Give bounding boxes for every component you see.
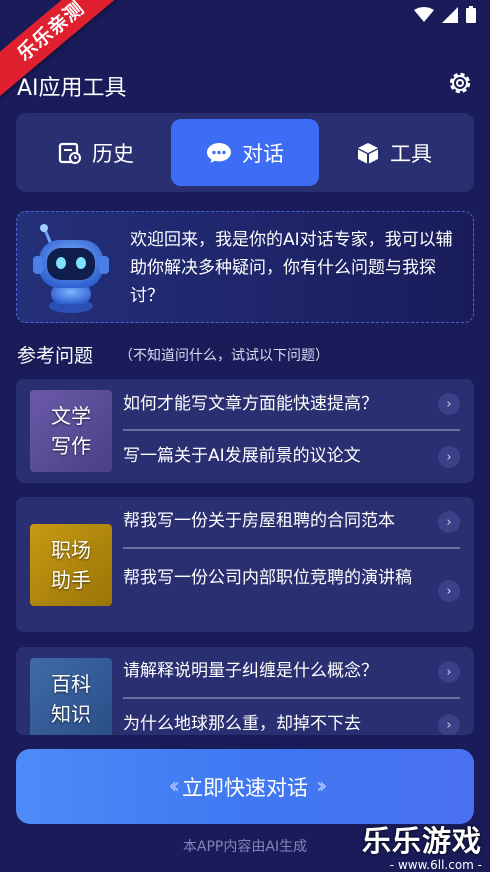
chevron-right-icon[interactable]: › <box>438 511 460 533</box>
category-label: 写作 <box>51 434 91 458</box>
welcome-card: 欢迎回来，我是你的AI对话专家，我可以辅助你解决多种疑问，你有什么问题与我探讨？ <box>16 211 474 323</box>
category-thumbnail: 百科 知识 <box>30 658 112 735</box>
watermark-brand: 乐乐游戏 <box>361 824 482 858</box>
tab-tools[interactable]: 工具 <box>320 119 468 186</box>
question-item[interactable]: 如何才能写文章方面能快速提高？ <box>123 390 460 418</box>
category-label: 职场 <box>51 538 91 562</box>
divider <box>123 547 460 549</box>
start-chat-label: 立即快速对话 <box>182 775 308 800</box>
question-text: 帮我写一份关于房屋租聘的合同范本 <box>123 511 395 531</box>
category-label: 百科 <box>51 672 91 696</box>
chevron-right-icon[interactable]: › <box>438 393 460 415</box>
question-text: 帮我写一份公司内部职位竞聘的演讲稿 <box>123 568 412 588</box>
category-label: 文学 <box>51 404 91 428</box>
section-title: 参考问题 <box>17 345 94 367</box>
history-icon <box>58 142 81 164</box>
divider <box>123 429 460 431</box>
divider <box>123 697 460 699</box>
welcome-message: 欢迎回来，我是你的AI对话专家，我可以辅助你解决多种疑问，你有什么问题与我探讨？ <box>130 230 453 306</box>
question-item[interactable]: 写一篇关于AI发展前景的议论文 <box>123 442 460 470</box>
category-card-workplace: 职场 助手 帮我写一份关于房屋租聘的合同范本 › 帮我写一份公司内部职位竞聘的演… <box>16 497 474 632</box>
page-title: AI应用工具 <box>17 76 127 101</box>
question-text: 如何才能写文章方面能快速提高？ <box>123 394 378 414</box>
tab-chat-label: 对话 <box>242 141 284 166</box>
chevron-right-icon[interactable]: › <box>438 580 460 602</box>
double-chevron-right-icon: ›› <box>316 774 327 799</box>
chevron-right-icon[interactable]: › <box>438 661 460 683</box>
question-text: 请解释说明量子纠缠是什么概念？ <box>123 661 378 681</box>
category-thumbnail: 文学 写作 <box>30 390 112 472</box>
question-item[interactable]: 请解释说明量子纠缠是什么概念？ <box>123 657 460 685</box>
section-hint: （不知道问什么，试试以下问题） <box>119 348 329 364</box>
category-card-literature: 文学 写作 如何才能写文章方面能快速提高？ › 写一篇关于AI发展前景的议论文 … <box>16 379 474 483</box>
question-item[interactable]: 帮我写一份公司内部职位竞聘的演讲稿 <box>123 564 433 592</box>
wifi-icon <box>414 6 434 22</box>
watermark: 乐乐游戏 - www.6ll.com - <box>362 818 482 872</box>
tab-history[interactable]: 历史 <box>22 119 170 186</box>
chevron-right-icon[interactable]: › <box>438 714 460 735</box>
category-label: 知识 <box>51 702 91 726</box>
question-item[interactable]: 为什么地球那么重，却掉不下去 <box>123 710 460 735</box>
question-text: 写一篇关于AI发展前景的议论文 <box>123 446 361 466</box>
cube-icon <box>358 142 378 163</box>
question-item[interactable]: 帮我写一份关于房屋租聘的合同范本 <box>123 507 460 535</box>
robot-icon <box>33 224 109 313</box>
battery-icon <box>466 6 476 23</box>
tab-tools-label: 工具 <box>390 141 432 166</box>
status-icons <box>414 6 476 23</box>
start-chat-button[interactable]: ‹‹ 立即快速对话 ›› <box>16 749 474 824</box>
double-chevron-left-icon: ‹‹ <box>168 774 179 799</box>
category-thumbnail: 职场 助手 <box>30 524 112 606</box>
tab-bar: 历史 对话 工具 <box>16 113 474 192</box>
tab-history-label: 历史 <box>92 141 134 166</box>
signal-icon <box>442 6 458 23</box>
chat-bubble-icon <box>207 142 231 163</box>
category-card-encyclopedia: 百科 知识 请解释说明量子纠缠是什么概念？ › 为什么地球那么重，却掉不下去 › <box>16 647 474 735</box>
watermark-url: - www.6ll.com - <box>389 858 482 872</box>
gear-icon <box>449 72 471 94</box>
category-label: 助手 <box>51 568 91 592</box>
tab-chat[interactable]: 对话 <box>171 119 319 186</box>
settings-button[interactable] <box>446 69 474 97</box>
question-text: 为什么地球那么重，却掉不下去 <box>123 714 361 734</box>
chevron-right-icon[interactable]: › <box>438 446 460 468</box>
